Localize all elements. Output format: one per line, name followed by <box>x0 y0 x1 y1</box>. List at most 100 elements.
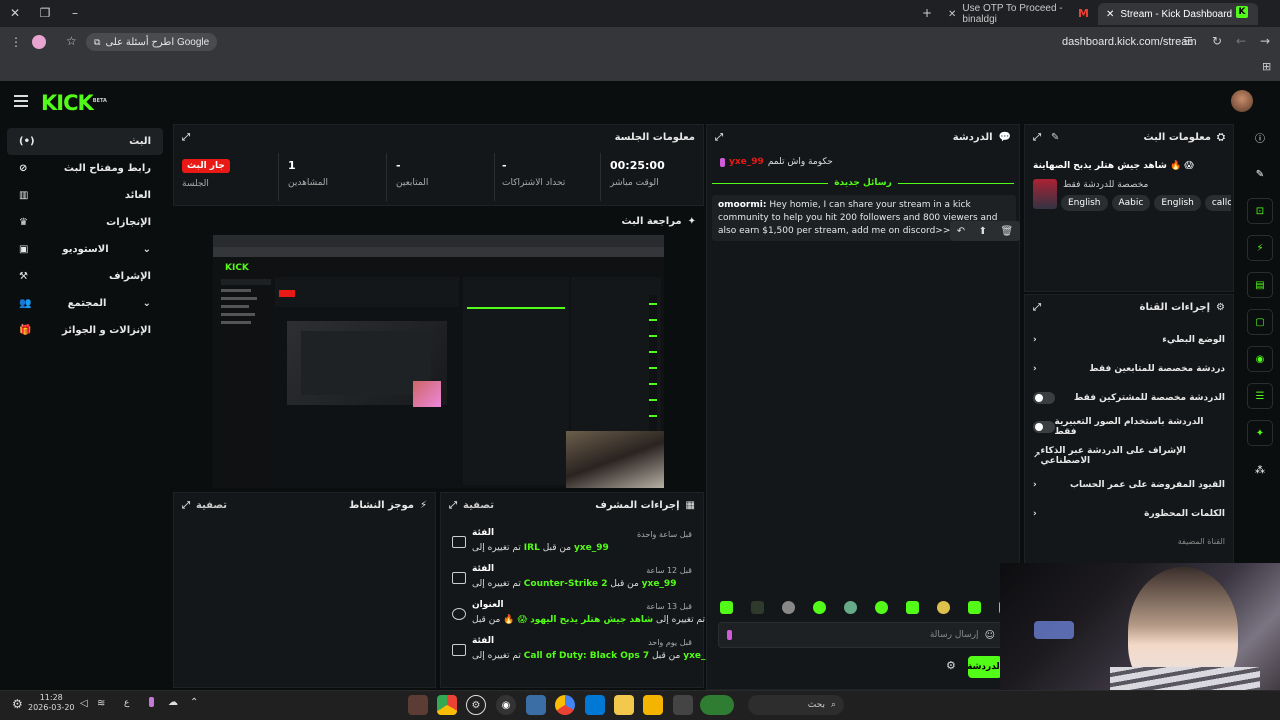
emote-icon[interactable] <box>968 601 981 614</box>
emote-icon[interactable] <box>782 601 795 614</box>
tab-otp[interactable]: ✕ Use OTP To Proceed - binaldgi <box>940 3 1096 25</box>
sidebar-item-revenue[interactable]: ▥ العائد <box>7 182 163 209</box>
send-chat-button[interactable]: الدردشة <box>967 656 1003 678</box>
chrome-icon[interactable] <box>437 695 457 715</box>
edit-icon[interactable]: ✎ <box>1051 132 1059 143</box>
emotes-only-toggle[interactable] <box>1033 420 1055 433</box>
tag[interactable]: English <box>1061 195 1108 211</box>
close-icon[interactable]: ✕ <box>948 9 956 20</box>
stream-preview-video[interactable]: KICK <box>213 235 664 488</box>
chevron-up-icon[interactable]: ⌃ <box>190 697 198 708</box>
clip-icon[interactable]: ⊡ <box>1247 198 1273 224</box>
sidebar-item-drops[interactable]: 🎁 الإنزالات و الجوائز <box>7 317 163 344</box>
language-indicator[interactable]: ع <box>124 698 129 708</box>
setting-slow-mode[interactable]: › الوضع البطيء <box>1025 325 1233 354</box>
tab-kick-dashboard[interactable]: ✕ Stream - Kick Dashboard <box>1098 3 1258 25</box>
hamburger-menu-icon[interactable] <box>14 95 28 107</box>
outlook-icon[interactable] <box>585 695 605 715</box>
emote-icon[interactable] <box>875 601 888 614</box>
terminal-icon[interactable] <box>673 695 693 715</box>
setting-followers-only[interactable]: › دردشة مخصصة للمتابعين فقط <box>1025 354 1233 383</box>
subscribers-only-toggle[interactable] <box>1033 391 1055 404</box>
apps-grid-icon[interactable]: ⊞ <box>1262 60 1271 73</box>
screen-icon[interactable] <box>526 695 546 715</box>
info-icon[interactable]: ⓘ <box>1247 124 1273 150</box>
setting-emotes-only[interactable]: الدردشة باستخدام الصور التعبيرية فقط <box>1025 412 1233 441</box>
setting-ai-moderation[interactable]: ↗ الإشراف على الدردشة عبر الذكاء الاصطناع… <box>1025 441 1233 470</box>
sidebar-item-moderation[interactable]: ⚒ الإشراف <box>7 263 163 290</box>
kick-logo[interactable]: KICKBETA <box>41 91 107 115</box>
pin-icon[interactable]: ⬆ <box>979 226 987 237</box>
sidebar-item-studio[interactable]: ▣ الاستوديو ⌄ <box>7 236 163 263</box>
setting-banned-words[interactable]: › الكلمات المحظورة <box>1025 499 1233 528</box>
mic-icon[interactable] <box>149 697 154 707</box>
sidebar-item-stream[interactable]: (•) البث <box>7 128 163 155</box>
emote-icon[interactable] <box>937 601 950 614</box>
clock[interactable]: 11:28 2026-03-20 <box>28 693 75 713</box>
sidebar-item-achievements[interactable]: ♛ الإنجازات <box>7 209 163 236</box>
taskbar-search[interactable]: بحث ⌕ <box>748 695 844 715</box>
volume-icon[interactable]: ◁ <box>80 698 88 709</box>
expand-icon[interactable]: ⤢ <box>1033 302 1041 313</box>
expand-icon[interactable]: ⤢ <box>182 132 190 143</box>
chrome-alt-icon[interactable] <box>555 695 575 715</box>
chat-input[interactable]: إرسال رسالة ☺ <box>718 622 1004 648</box>
store-icon[interactable] <box>614 695 634 715</box>
emote-icon[interactable] <box>844 601 857 614</box>
tag[interactable]: callo <box>1204 195 1231 211</box>
expand-icon[interactable]: ⤢ <box>449 500 457 511</box>
emote-icon[interactable] <box>720 601 733 614</box>
avatar[interactable] <box>1231 90 1253 112</box>
emote-icon[interactable] <box>813 601 826 614</box>
sidebar-item-stream-key[interactable]: ⊘ رابط ومفتاح البث <box>7 155 163 182</box>
restore-window-icon[interactable]: ❐ <box>36 4 54 22</box>
emote-icon[interactable] <box>906 601 919 614</box>
expand-icon[interactable]: ⤢ <box>182 500 190 511</box>
filter-button[interactable]: تصفية <box>463 500 494 511</box>
server-icon[interactable]: ☰ <box>1247 383 1273 409</box>
app-icon[interactable] <box>408 695 428 715</box>
broadcast-icon[interactable]: ◉ <box>1247 346 1273 372</box>
bookmark-star-icon[interactable]: ☆ <box>66 34 77 48</box>
steam-icon[interactable]: ⚙ <box>466 695 486 715</box>
url-text[interactable]: dashboard.kick.com/stream <box>1062 36 1197 48</box>
filter-button[interactable]: تصفية <box>196 500 227 511</box>
setting-account-age[interactable]: › القيود المفروضة على عمر الحساب <box>1025 470 1233 499</box>
close-icon[interactable]: ✕ <box>1106 9 1114 20</box>
delete-icon[interactable]: 🗑 <box>1001 226 1014 237</box>
google-ask-chip[interactable]: ⧉ اطرح أسئلة على Google <box>86 33 218 51</box>
emote-icon[interactable] <box>751 601 764 614</box>
wrench-icon[interactable]: ✦ <box>1247 420 1273 446</box>
wifi-icon[interactable]: ≋ <box>97 698 105 709</box>
site-settings-icon[interactable]: ☰ <box>1183 35 1193 48</box>
settings-icon[interactable]: ⚙ <box>12 697 23 711</box>
back-icon[interactable]: ← <box>1236 34 1246 48</box>
obs-icon[interactable]: ◉ <box>496 695 516 715</box>
chat-username[interactable]: yxe_99 <box>729 157 764 167</box>
cloud-icon[interactable]: ☁ <box>168 697 178 708</box>
tag[interactable]: English <box>1154 195 1201 211</box>
reply-icon[interactable]: ↶ <box>957 226 965 237</box>
menu-dots-icon[interactable]: ⋮ <box>10 35 22 49</box>
profile-icon[interactable] <box>32 35 46 49</box>
message-icon[interactable]: ▢ <box>1247 309 1273 335</box>
windows-start-icon[interactable] <box>850 695 870 715</box>
folder-icon[interactable] <box>643 695 663 715</box>
chat-username[interactable]: omoormi: <box>718 200 766 210</box>
emoji-icon[interactable]: ☺ <box>985 630 995 641</box>
chat-settings-icon[interactable]: ⚙ <box>946 659 956 672</box>
minimize-window-icon[interactable]: – <box>66 4 84 22</box>
notes-icon[interactable]: ▤ <box>1247 272 1273 298</box>
sidebar-item-community[interactable]: 👥 المجتمع ⌄ <box>7 290 163 317</box>
reload-icon[interactable]: ↻ <box>1212 34 1222 48</box>
expand-icon[interactable]: ⤢ <box>1033 132 1041 143</box>
setting-subscribers-only[interactable]: الدردشة مخصصة للمشتركين فقط <box>1025 383 1233 412</box>
forward-icon[interactable]: → <box>1260 34 1270 48</box>
expand-icon[interactable]: ⤢ <box>715 132 723 143</box>
close-window-icon[interactable]: ✕ <box>6 4 24 22</box>
widgets-icon[interactable] <box>700 695 734 715</box>
more-icon[interactable]: ⁂ <box>1247 457 1273 483</box>
pencil-icon[interactable]: ✎ <box>1247 161 1273 187</box>
lightning-icon[interactable]: ⚡ <box>1247 235 1273 261</box>
new-tab-icon[interactable]: + <box>918 4 936 22</box>
